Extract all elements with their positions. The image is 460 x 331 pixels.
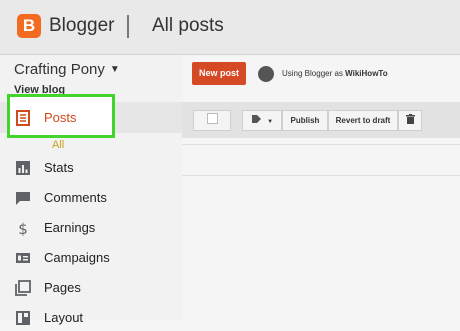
sidebar-item-label: Campaigns xyxy=(44,250,110,265)
layout-icon xyxy=(16,311,30,325)
label-dropdown-button[interactable]: ▼ xyxy=(242,110,282,131)
pages-icon xyxy=(15,280,31,296)
checkbox-icon xyxy=(206,113,218,124)
app-name[interactable]: Blogger xyxy=(49,15,115,37)
logo-letter: B xyxy=(22,16,36,35)
caret-down-icon: ▼ xyxy=(267,119,274,125)
row-divider xyxy=(182,175,460,176)
using-as-text: Using Blogger as WikiHowTo xyxy=(282,69,388,78)
sidebar-subitem-all[interactable]: All xyxy=(52,139,64,151)
sidebar-item-label: Pages xyxy=(44,280,81,295)
sidebar-item-layout[interactable]: Layout xyxy=(0,305,182,331)
sidebar-item-label: Stats xyxy=(44,160,74,175)
select-all-checkbox-button[interactable] xyxy=(193,110,231,131)
blogger-logo-icon[interactable]: B xyxy=(17,14,41,38)
svg-text:$: $ xyxy=(18,220,28,236)
publish-button[interactable]: Publish xyxy=(282,110,328,131)
posts-icon xyxy=(16,110,30,126)
avatar[interactable] xyxy=(258,66,274,82)
campaigns-icon xyxy=(16,253,30,263)
sidebar-item-label: Posts xyxy=(44,110,77,125)
main-content xyxy=(182,55,460,320)
blog-selector[interactable]: Crafting Pony ▼ xyxy=(14,61,120,78)
delete-button[interactable] xyxy=(398,110,422,131)
stats-icon xyxy=(16,161,30,175)
sidebar-item-comments[interactable]: Comments xyxy=(0,185,182,211)
using-as-user: WikiHowTo xyxy=(345,69,388,78)
comments-icon xyxy=(16,192,30,205)
revert-to-draft-button[interactable]: Revert to draft xyxy=(328,110,398,131)
sidebar-item-pages[interactable]: Pages xyxy=(0,275,182,301)
blog-name: Crafting Pony xyxy=(14,61,105,78)
sidebar-item-label: Comments xyxy=(44,190,107,205)
tag-icon xyxy=(251,115,261,123)
header-divider xyxy=(127,15,129,38)
row-divider xyxy=(182,144,460,145)
new-post-button[interactable]: New post xyxy=(192,62,246,85)
using-as-prefix: Using Blogger as xyxy=(282,69,346,78)
sidebar-item-stats[interactable]: Stats xyxy=(0,155,182,181)
caret-down-icon: ▼ xyxy=(109,64,120,75)
sidebar-item-campaigns[interactable]: Campaigns xyxy=(0,245,182,271)
sidebar-item-label: Layout xyxy=(44,310,84,325)
trash-icon xyxy=(405,114,415,124)
sidebar-item-earnings[interactable]: $ Earnings xyxy=(0,215,182,241)
sidebar-item-label: Earnings xyxy=(44,220,96,235)
page-title: All posts xyxy=(152,15,224,36)
sidebar-item-posts[interactable]: Posts xyxy=(0,105,182,131)
dollar-icon: $ xyxy=(18,220,28,236)
